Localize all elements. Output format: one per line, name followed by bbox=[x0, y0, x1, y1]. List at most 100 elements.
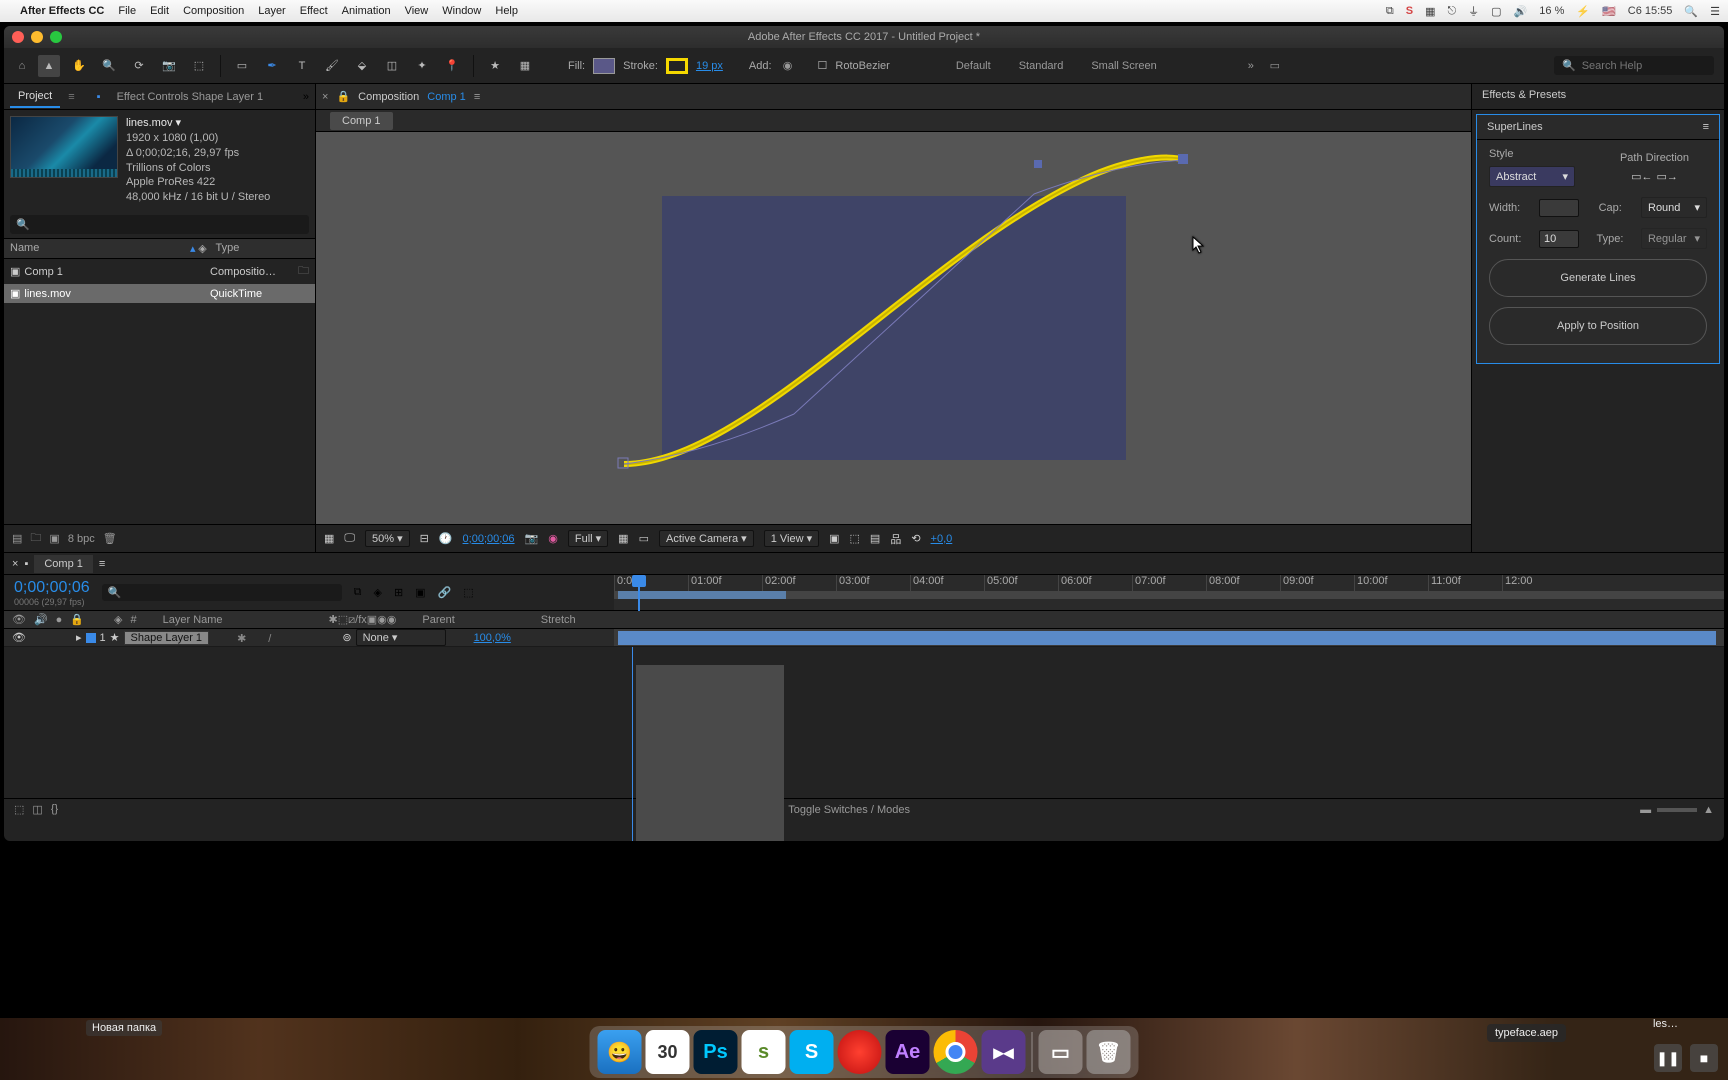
effects-presets-header[interactable]: Effects & Presets bbox=[1472, 84, 1724, 110]
window-minimize-button[interactable] bbox=[31, 31, 43, 43]
menu-view[interactable]: View bbox=[405, 5, 429, 17]
count-input[interactable] bbox=[1539, 230, 1579, 248]
ruler-tick[interactable]: 08:00f bbox=[1206, 575, 1280, 591]
col-type[interactable]: Type bbox=[210, 242, 309, 255]
generate-lines-button[interactable]: Generate Lines bbox=[1489, 259, 1707, 297]
shape-tool[interactable]: ▭ bbox=[231, 55, 253, 77]
rotobezier-checkbox[interactable]: ☐ bbox=[818, 59, 828, 72]
tab-expand-icon[interactable]: » bbox=[303, 91, 309, 103]
layer-duration-bar[interactable] bbox=[618, 631, 1716, 645]
audio-col-icon[interactable]: 🔊 bbox=[34, 613, 48, 626]
menu-help[interactable]: Help bbox=[495, 5, 518, 17]
composition-canvas[interactable] bbox=[662, 196, 1126, 460]
layer-label-swatch[interactable] bbox=[86, 633, 96, 643]
tab-menu-icon[interactable]: ≡ bbox=[68, 91, 74, 103]
channels-icon[interactable]: ◉ bbox=[548, 532, 558, 545]
fill-swatch[interactable] bbox=[593, 58, 615, 74]
ruler-tick[interactable]: 01:00f bbox=[688, 575, 762, 591]
toggle-switches-button[interactable]: Toggle Switches / Modes bbox=[788, 804, 910, 816]
alpha-icon[interactable]: ▦ bbox=[324, 532, 334, 545]
tl-icon-1[interactable]: ⧉ bbox=[354, 586, 362, 599]
monitor-icon[interactable]: 🖵 bbox=[344, 532, 355, 545]
menu-layer[interactable]: Layer bbox=[258, 5, 286, 17]
close-tab-icon[interactable]: × bbox=[322, 91, 328, 103]
solo-col-icon[interactable]: ● bbox=[56, 614, 63, 626]
layer-switches[interactable]: ✱ / bbox=[237, 630, 304, 646]
menu-composition[interactable]: Composition bbox=[183, 5, 244, 17]
flowchart-icon[interactable]: 品 bbox=[890, 531, 901, 547]
parent-dropdown[interactable]: None ▾ bbox=[356, 629, 446, 646]
toggle-shy-icon[interactable]: ⬚ bbox=[14, 803, 24, 816]
wifi-icon[interactable]: ⏚ bbox=[1468, 3, 1479, 19]
app-name[interactable]: After Effects CC bbox=[20, 5, 104, 17]
col-label-icon[interactable]: ◈ bbox=[196, 242, 210, 255]
eraser-tool[interactable]: ◫ bbox=[381, 55, 403, 77]
time-ruler[interactable]: 0:00f 01:00f 02:00f 03:00f 04:00f 05:00f… bbox=[614, 575, 1724, 591]
hand-tool[interactable]: ✋ bbox=[68, 55, 90, 77]
camera-tool[interactable]: 📷 bbox=[158, 55, 180, 77]
fast-preview-icon[interactable]: ⬚ bbox=[850, 532, 860, 545]
roto-tool[interactable]: ✦ bbox=[411, 55, 433, 77]
timeline-icon[interactable]: ▤ bbox=[870, 532, 880, 545]
pen-tool[interactable]: ✒ bbox=[261, 55, 283, 77]
camera-dropdown[interactable]: Active Camera ▾ bbox=[659, 530, 754, 547]
new-comp-icon[interactable]: ▣ bbox=[49, 532, 59, 545]
trash-icon[interactable]: 🗑 bbox=[103, 532, 117, 545]
parent-pickwhip-icon[interactable]: ⊚ bbox=[342, 631, 351, 644]
tl-icon-5[interactable]: 🔗 bbox=[438, 586, 452, 599]
transparency-icon[interactable]: ▦ bbox=[618, 532, 628, 545]
comp-sub-tab[interactable]: Comp 1 bbox=[330, 112, 393, 130]
eye-col-icon[interactable]: 👁 bbox=[12, 613, 26, 626]
dock-app-icon[interactable]: ▭ bbox=[1039, 1030, 1083, 1074]
ruler-tick[interactable]: 04:00f bbox=[910, 575, 984, 591]
snapshot-icon[interactable]: 📷 bbox=[525, 532, 539, 545]
timeline-track-area[interactable] bbox=[614, 647, 1724, 798]
col-layer-name[interactable]: Layer Name bbox=[163, 614, 223, 626]
selection-tool[interactable]: ▲ bbox=[38, 55, 60, 77]
asset-name[interactable]: lines.mov ▾ bbox=[126, 116, 270, 131]
ruler-tick[interactable]: 09:00f bbox=[1280, 575, 1354, 591]
layer-name[interactable]: Shape Layer 1 bbox=[124, 631, 210, 645]
timecode-display[interactable]: 0;00;00;06 00006 (29,97 fps) bbox=[14, 579, 90, 607]
dock-photoshop-icon[interactable]: Ps bbox=[694, 1030, 738, 1074]
resolution-dropdown[interactable]: Full ▾ bbox=[568, 530, 608, 547]
playhead[interactable] bbox=[632, 575, 646, 611]
home-icon[interactable]: ⌂ bbox=[14, 58, 30, 74]
dock-chrome-icon[interactable] bbox=[934, 1030, 978, 1074]
col-name[interactable]: Name bbox=[10, 242, 190, 255]
direction-ltr-icon[interactable]: ▭← bbox=[1631, 170, 1652, 183]
clock[interactable]: C6 15:55 bbox=[1628, 5, 1673, 17]
shape-path[interactable] bbox=[614, 144, 1194, 488]
search-help[interactable]: 🔍 bbox=[1554, 56, 1714, 75]
region-tool[interactable]: ⬚ bbox=[188, 55, 210, 77]
volume-icon[interactable]: 🔊 bbox=[1514, 5, 1528, 18]
time-icon[interactable]: 🕐 bbox=[439, 532, 453, 545]
tl-icon-2[interactable]: ◈ bbox=[373, 586, 381, 599]
stamp-tool[interactable]: ⬙ bbox=[351, 55, 373, 77]
menu-animation[interactable]: Animation bbox=[342, 5, 391, 17]
menu-file[interactable]: File bbox=[118, 5, 136, 17]
tl-icon-4[interactable]: ▣ bbox=[415, 586, 425, 599]
file-les[interactable]: les… bbox=[1653, 1018, 1678, 1030]
reset-exposure-icon[interactable]: ⟲ bbox=[911, 532, 920, 545]
ruler-tick[interactable]: 03:00f bbox=[836, 575, 910, 591]
layout-small[interactable]: Small Screen bbox=[1081, 57, 1166, 75]
file-typeface[interactable]: typeface.aep bbox=[1487, 1024, 1566, 1042]
status-icon[interactable]: ⧉ bbox=[1386, 5, 1394, 18]
add-icon[interactable]: ◉ bbox=[780, 58, 796, 74]
layout-default[interactable]: Default bbox=[946, 57, 1001, 75]
ruler-tick[interactable]: 12:00 bbox=[1502, 575, 1576, 591]
cap-dropdown[interactable]: Round▾ bbox=[1641, 197, 1707, 218]
flag-icon[interactable]: 🇺🇸 bbox=[1602, 5, 1616, 18]
project-search[interactable]: 🔍 bbox=[10, 215, 309, 234]
motion-blur-icon[interactable]: {} bbox=[51, 803, 58, 816]
battery-label[interactable]: 16 % bbox=[1539, 5, 1564, 17]
notification-center-icon[interactable]: ☰ bbox=[1710, 5, 1720, 18]
dock-sublime-icon[interactable]: s bbox=[742, 1030, 786, 1074]
bpc-label[interactable]: 8 bpc bbox=[68, 533, 95, 545]
ruler-tick[interactable]: 10:00f bbox=[1354, 575, 1428, 591]
window-close-button[interactable] bbox=[12, 31, 24, 43]
views-dropdown[interactable]: 1 View ▾ bbox=[764, 530, 819, 547]
pause-button[interactable]: ❚❚ bbox=[1654, 1044, 1682, 1072]
interpret-icon[interactable]: ▤ bbox=[12, 532, 22, 545]
